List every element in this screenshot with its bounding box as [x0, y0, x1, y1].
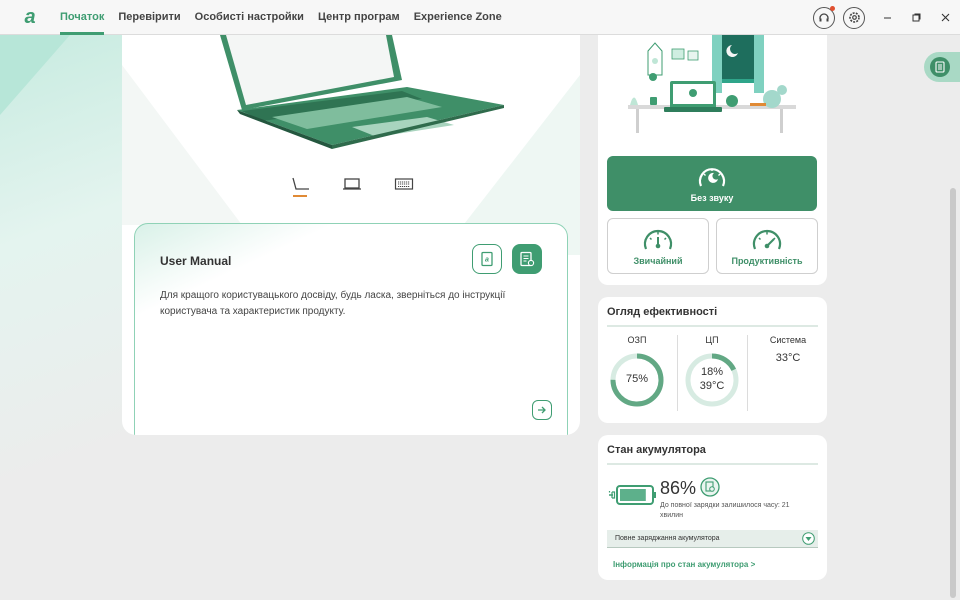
close-icon [941, 13, 950, 22]
tab-app-center[interactable]: Центр програм [318, 0, 400, 35]
manual-specs-button[interactable] [512, 244, 542, 274]
user-manual-card: User Manual a Для кращого користувацьког… [134, 223, 568, 435]
close-button[interactable] [931, 0, 960, 35]
laptop-illustration [220, 35, 504, 149]
view-tab-front[interactable] [339, 177, 365, 203]
performance-title: Огляд ефективності [607, 306, 718, 318]
system-column: Система 33°C [753, 335, 823, 364]
cpu-usage: 18% [700, 366, 724, 378]
manual-open-button[interactable] [532, 400, 552, 420]
top-bar: a Початок Перевірити Особисті настройки … [0, 0, 960, 35]
view-tab-keyboard[interactable] [391, 177, 417, 203]
list-icon [935, 61, 945, 73]
system-label: Система [769, 335, 807, 345]
battery-icon [608, 485, 656, 505]
normal-mode-button[interactable]: Звичайний [607, 218, 709, 274]
battery-percent: 86% [660, 478, 697, 498]
book-icon: a [481, 251, 493, 267]
restore-icon [912, 13, 921, 22]
active-indicator [293, 195, 307, 197]
title-divider [607, 463, 818, 465]
headset-icon [819, 12, 829, 21]
ram-value: 75% [625, 373, 649, 385]
performance-mode-label: Продуктивність [731, 255, 803, 266]
column-divider [747, 335, 748, 411]
room-illustration [620, 35, 800, 135]
minimize-icon [884, 17, 891, 19]
main-nav: Початок Перевірити Особисті настройки Це… [60, 0, 516, 35]
battery-report-icon[interactable] [700, 477, 720, 497]
system-temp: 33°C [775, 352, 801, 364]
scrollbar[interactable] [950, 188, 956, 598]
speedometer-silent-icon [698, 168, 726, 187]
minimize-button[interactable] [873, 0, 902, 35]
side-panel-icon-wrap [930, 57, 950, 77]
battery-time-remaining: До повної зарядки залишилося часу: 21 хв… [660, 502, 790, 519]
charge-mode-value: Повне заряджання акумулятора [615, 535, 720, 542]
device-card: User Manual a Для кращого користувацьког… [122, 35, 580, 435]
performance-mode-button[interactable]: Продуктивність [716, 218, 818, 274]
cpu-temp: 39°C [699, 380, 725, 392]
cpu-gauge: 18% 39°C [684, 352, 740, 408]
window-controls [813, 0, 960, 35]
view-tabs [287, 177, 417, 203]
ram-gauge: 75% [609, 352, 665, 408]
cpu-column: ЦП 18% 39°C [677, 335, 747, 408]
tab-experience-zone[interactable]: Experience Zone [414, 0, 502, 35]
silent-mode-button[interactable]: Без звуку [607, 156, 817, 211]
laptop-front-icon [343, 178, 361, 190]
speedometer-normal-icon [643, 229, 673, 249]
app-logo: a [24, 5, 36, 28]
arrow-right-icon [538, 406, 546, 414]
chevron-down-icon [802, 532, 815, 545]
tab-home[interactable]: Початок [60, 0, 105, 35]
side-panel-toggle[interactable] [924, 52, 960, 82]
tab-check[interactable]: Перевірити [118, 0, 180, 35]
performance-overview-card: Огляд ефективності ОЗП 75% ЦП 18% 39°C С… [598, 297, 827, 423]
background-gradient [0, 35, 130, 600]
battery-status-card: Стан акумулятора 86% До повної зарядки з… [598, 435, 827, 580]
operating-mode-card: Без звуку Звичайний Продуктивність [598, 35, 827, 285]
manual-book-button[interactable]: a [472, 244, 502, 274]
svg-text:a: a [485, 257, 489, 264]
normal-mode-label: Звичайний [633, 255, 683, 266]
manual-description: Для кращого користувацького досвіду, буд… [160, 290, 506, 317]
charge-mode-dropdown[interactable]: Повне заряджання акумулятора [607, 530, 818, 548]
restore-button[interactable] [902, 0, 931, 35]
cpu-label: ЦП [705, 335, 719, 345]
keyboard-icon [394, 178, 414, 190]
title-divider [607, 325, 818, 327]
laptop-side-icon [292, 177, 309, 190]
battery-title: Стан акумулятора [607, 444, 706, 456]
settings-button[interactable] [843, 6, 865, 29]
view-tab-side[interactable] [287, 177, 313, 203]
support-button[interactable] [813, 5, 835, 29]
ram-column: ОЗП 75% [602, 335, 672, 408]
notification-dot [830, 5, 835, 11]
speedometer-performance-icon [752, 229, 782, 249]
gear-icon [848, 12, 860, 23]
battery-info-link[interactable]: Інформація про стан акумулятора > [613, 560, 755, 569]
background-accent [0, 35, 70, 115]
silent-mode-label: Без звуку [690, 193, 734, 203]
document-icon [520, 251, 535, 267]
manual-title: User Manual [160, 254, 232, 268]
ram-label: ОЗП [627, 335, 647, 345]
tab-personal-settings[interactable]: Особисті настройки [195, 0, 304, 35]
